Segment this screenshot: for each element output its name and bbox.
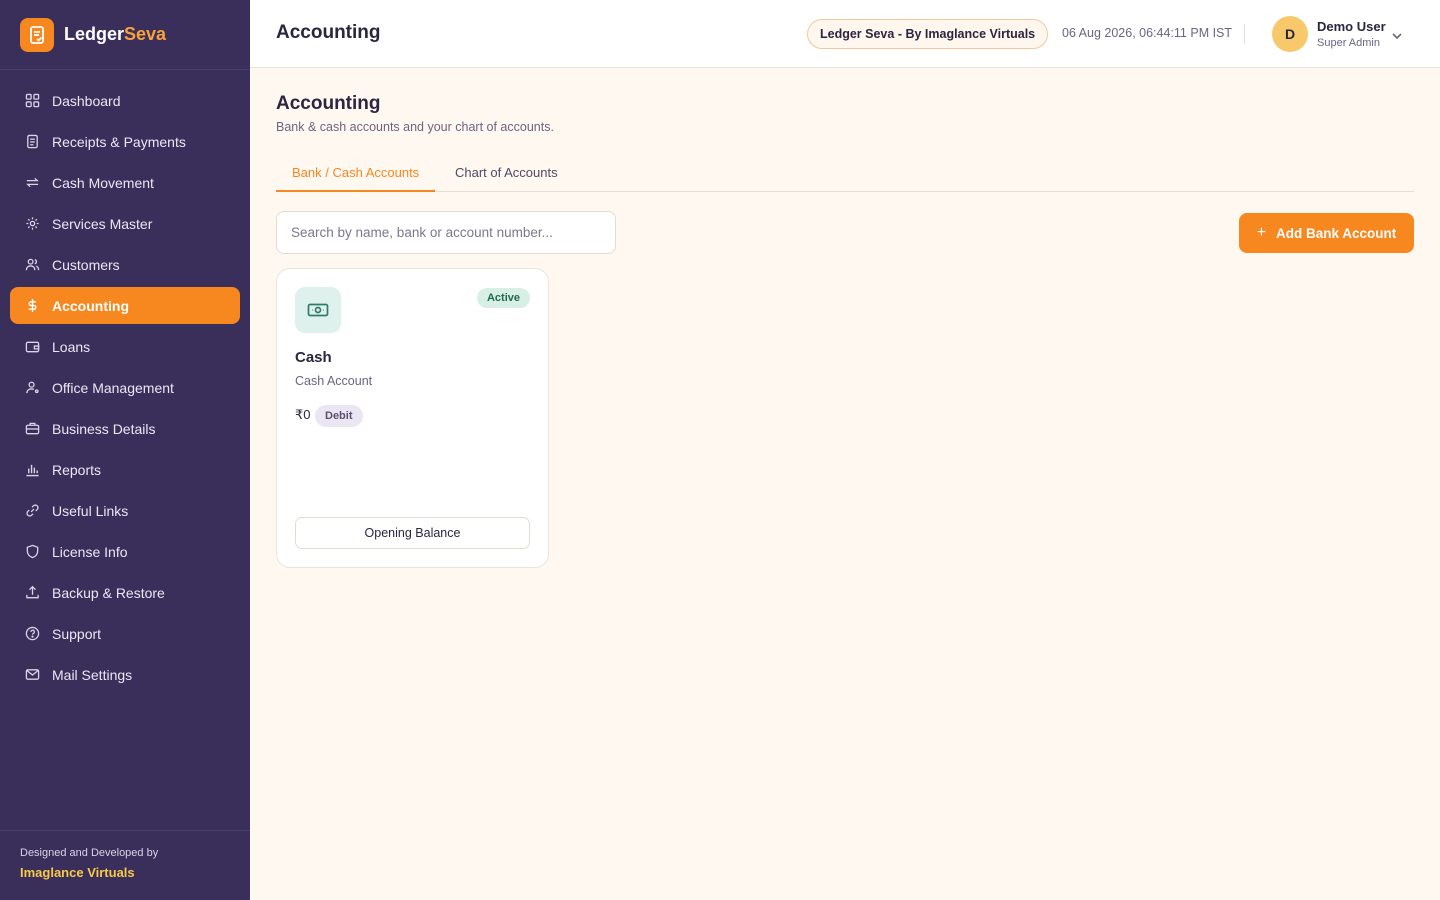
banknote-icon xyxy=(295,287,341,333)
repeat-arrows-icon xyxy=(24,175,40,191)
tab-chart-of-accounts[interactable]: Chart of Accounts xyxy=(455,158,558,192)
sidebar-item-backup-restore[interactable]: Backup & Restore xyxy=(10,574,240,611)
sidebar-item-label: Services Master xyxy=(52,215,153,232)
tab-bank-cash-accounts[interactable]: Bank / Cash Accounts xyxy=(276,158,435,192)
tab-bar: Bank / Cash Accounts Chart of Accounts xyxy=(276,158,1414,192)
opening-balance-button[interactable]: Opening Balance xyxy=(295,517,530,549)
user-role: Super Admin xyxy=(1317,37,1380,49)
sidebar-item-label: Useful Links xyxy=(52,502,129,519)
top-header: Accounting Ledger Seva - By Imaglance Vi… xyxy=(250,0,1440,68)
sidebar-item-label: Backup & Restore xyxy=(52,584,165,601)
sidebar-item-label: Mail Settings xyxy=(52,666,133,683)
status-badge: Active xyxy=(476,288,530,308)
brand[interactable]: LedgerSeva xyxy=(0,0,250,70)
balance-type-badge: Debit xyxy=(315,405,363,427)
avatar[interactable]: D xyxy=(1272,16,1308,52)
link-icon xyxy=(24,503,40,519)
sidebar-item-support[interactable]: Support xyxy=(10,615,240,652)
shield-icon xyxy=(24,544,40,560)
sidebar-item-label: Office Management xyxy=(52,379,174,396)
sidebar-item-label: Cash Movement xyxy=(52,174,154,191)
sidebar-item-business-details[interactable]: Business Details xyxy=(10,410,240,447)
briefcase-icon xyxy=(24,421,40,437)
sidebar-item-label: Dashboard xyxy=(52,92,121,109)
user-gear-icon xyxy=(24,380,40,396)
current-datetime: 06 Aug 2026, 06:44:11 PM IST xyxy=(1062,26,1233,40)
account-card[interactable]: Active Cash Cash Account ₹0 Debit Openin… xyxy=(276,268,549,568)
sidebar-item-label: License Info xyxy=(52,543,128,560)
brand-name: LedgerSeva xyxy=(64,24,167,44)
sidebar-nav: Dashboard Receipts & Payments Cash Movem… xyxy=(0,70,250,693)
sidebar-item-label: Business Details xyxy=(52,420,156,437)
footer-caption: Designed and Developed by xyxy=(20,847,159,859)
sidebar-item-receipts-payments[interactable]: Receipts & Payments xyxy=(10,123,240,160)
sidebar-item-label: Receipts & Payments xyxy=(52,133,186,150)
add-bank-account-button[interactable]: + Add Bank Account xyxy=(1239,213,1414,253)
user-name[interactable]: Demo User xyxy=(1317,19,1386,34)
sidebar-item-loans[interactable]: Loans xyxy=(10,328,240,365)
receipt-icon xyxy=(24,134,40,150)
sidebar-item-cash-movement[interactable]: Cash Movement xyxy=(10,164,240,201)
users-icon xyxy=(24,257,40,273)
sidebar-item-useful-links[interactable]: Useful Links xyxy=(10,492,240,529)
gear-icon xyxy=(24,216,40,232)
sidebar-item-office-management[interactable]: Office Management xyxy=(10,369,240,406)
sidebar-item-label: Accounting xyxy=(52,297,129,314)
sidebar-item-label: Support xyxy=(52,625,102,642)
account-name: Cash xyxy=(295,349,332,366)
sidebar-footer: Designed and Developed by Imaglance Virt… xyxy=(0,830,250,900)
page-title: Accounting xyxy=(276,93,381,114)
search-input[interactable] xyxy=(276,211,616,254)
chevron-down-icon[interactable] xyxy=(1390,29,1404,43)
account-type: Cash Account xyxy=(295,374,373,388)
sidebar-item-reports[interactable]: Reports xyxy=(10,451,240,488)
footer-company: Imaglance Virtuals xyxy=(20,865,135,880)
header-title: Accounting xyxy=(276,22,381,43)
bar-chart-icon xyxy=(24,462,40,478)
sidebar: LedgerSeva Dashboard Receipts & Payments… xyxy=(0,0,250,900)
sidebar-item-license-info[interactable]: License Info xyxy=(10,533,240,570)
sidebar-item-services-master[interactable]: Services Master xyxy=(10,205,240,242)
help-circle-icon xyxy=(24,626,40,642)
grid-icon xyxy=(24,93,40,109)
wallet-icon xyxy=(24,339,40,355)
ledger-book-icon xyxy=(20,17,54,52)
upload-icon xyxy=(24,585,40,601)
organization-pill: Ledger Seva - By Imaglance Virtuals xyxy=(807,19,1049,49)
sidebar-item-label: Customers xyxy=(52,256,120,273)
page-subtitle: Bank & cash accounts and your chart of a… xyxy=(276,120,554,134)
sidebar-item-label: Reports xyxy=(52,461,102,478)
header-divider xyxy=(1244,24,1245,44)
sidebar-item-mail-settings[interactable]: Mail Settings xyxy=(10,656,240,693)
plus-icon: + xyxy=(1256,224,1267,241)
sidebar-item-customers[interactable]: Customers xyxy=(10,246,240,283)
add-bank-account-label: Add Bank Account xyxy=(1276,225,1397,241)
account-balance: ₹0 xyxy=(295,407,311,422)
sidebar-item-accounting[interactable]: Accounting xyxy=(10,287,240,324)
sidebar-item-dashboard[interactable]: Dashboard xyxy=(10,82,240,119)
sidebar-item-label: Loans xyxy=(52,338,91,355)
mail-icon xyxy=(24,667,40,683)
dollar-icon xyxy=(24,298,40,314)
